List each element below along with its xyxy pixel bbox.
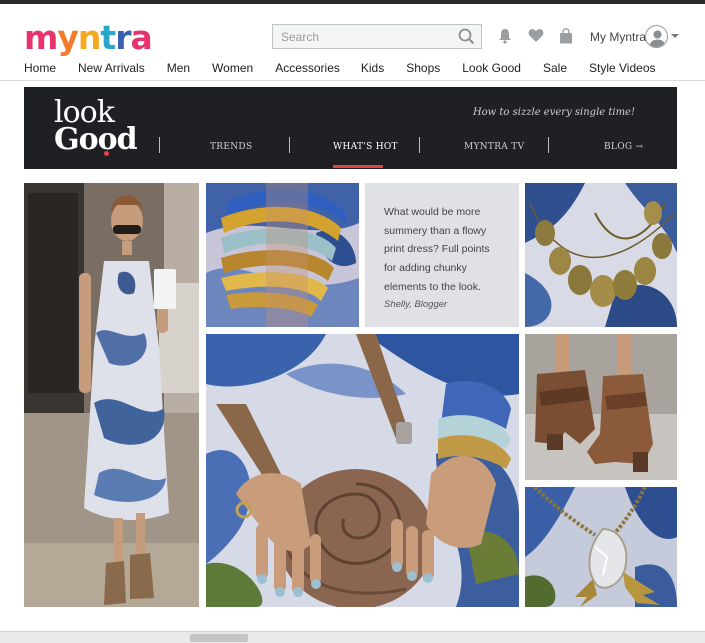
look-good-logo-bottom[interactable]: Good — [54, 125, 138, 155]
chevron-down-icon[interactable] — [671, 34, 679, 38]
tab-trends[interactable]: TRENDS — [210, 142, 252, 152]
logo-letter: m — [24, 18, 58, 57]
heart-icon[interactable] — [528, 28, 544, 48]
logo-letter: n — [77, 18, 101, 57]
nav-item-accessories[interactable]: Accessories — [275, 61, 340, 77]
tab-whats-hot[interactable]: WHAT'S HOT — [333, 142, 398, 152]
banner-tagline: How to sizzle every single time! — [472, 107, 635, 118]
quote-text: What would be more summery than a flowy … — [384, 206, 490, 293]
account-label[interactable]: My Myntra — [590, 30, 646, 44]
search-icon[interactable] — [458, 28, 475, 50]
tab-divider — [159, 137, 160, 153]
scrollbar-thumb[interactable] — [190, 634, 248, 642]
nav-divider — [0, 80, 705, 81]
main-nav: Home New Arrivals Men Women Accessories … — [24, 61, 656, 77]
quote-card: What would be more summery than a flowy … — [365, 183, 519, 327]
photo-owl-pendant[interactable] — [525, 487, 677, 607]
bell-icon[interactable] — [498, 28, 512, 49]
horizontal-scrollbar[interactable] — [0, 631, 705, 643]
tab-divider — [289, 137, 290, 153]
nav-item-men[interactable]: Men — [167, 61, 190, 77]
quote-author: Shelly, Blogger — [384, 299, 448, 310]
photo-necklace[interactable] — [525, 183, 677, 327]
nav-item-new-arrivals[interactable]: New Arrivals — [78, 61, 145, 77]
tab-blog[interactable]: BLOG → — [604, 142, 643, 152]
photo-bracelets[interactable] — [206, 183, 359, 327]
tab-myntra-tv[interactable]: MYNTRA TV — [464, 142, 524, 152]
bag-icon[interactable] — [559, 28, 573, 49]
myntra-logo[interactable]: myntra — [24, 18, 153, 57]
search-box — [272, 24, 482, 49]
nav-item-shops[interactable]: Shops — [406, 61, 440, 77]
tab-blog-label: BLOG — [604, 142, 633, 152]
nav-item-home[interactable]: Home — [24, 61, 56, 77]
logo-letter: t — [100, 18, 116, 57]
logo-letter: y — [57, 18, 78, 57]
logo-letter: r — [115, 18, 131, 57]
logo-dot — [104, 151, 109, 156]
nav-item-women[interactable]: Women — [212, 61, 253, 77]
logo-letter: a — [130, 18, 152, 57]
photo-ankle-boots[interactable] — [525, 334, 677, 480]
avatar-icon[interactable] — [645, 25, 668, 48]
search-input[interactable] — [273, 25, 451, 48]
arrow-right-icon: → — [635, 142, 644, 152]
tab-divider — [548, 137, 549, 153]
nav-item-style-videos[interactable]: Style Videos — [589, 61, 656, 77]
tab-divider — [419, 137, 420, 153]
active-tab-indicator — [333, 165, 383, 168]
look-good-banner: look Good How to sizzle every single tim… — [24, 87, 677, 169]
nav-item-kids[interactable]: Kids — [361, 61, 384, 77]
photo-full-look[interactable] — [24, 183, 199, 607]
browser-top-bar — [0, 0, 705, 4]
photo-rose-clutch[interactable] — [206, 334, 519, 607]
nav-item-sale[interactable]: Sale — [543, 61, 567, 77]
nav-item-look-good[interactable]: Look Good — [462, 61, 521, 77]
